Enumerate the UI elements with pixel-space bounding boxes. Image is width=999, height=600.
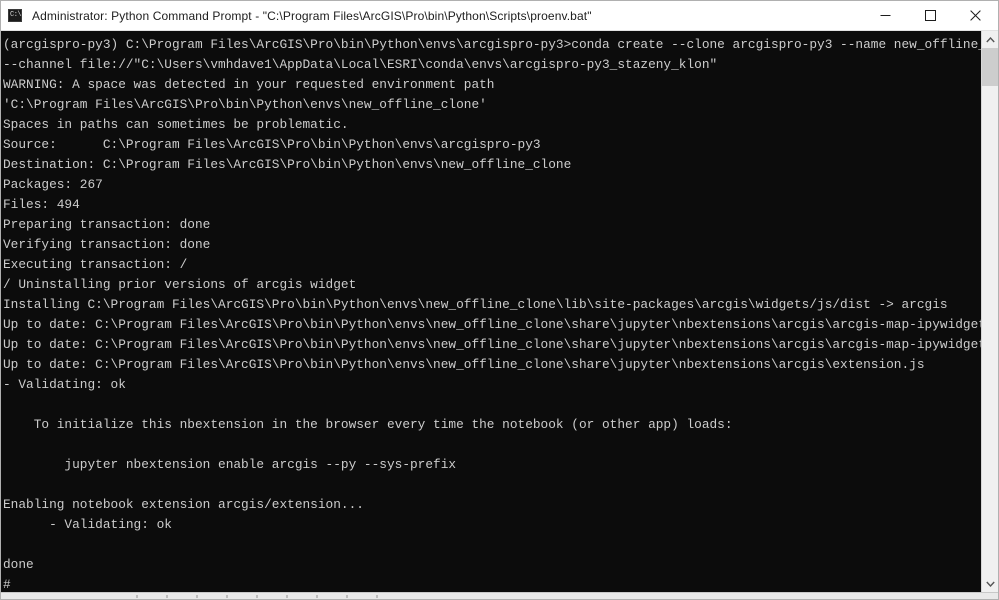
console-line: (arcgispro-py3) C:\Program Files\ArcGIS\… <box>3 37 981 52</box>
console-line: jupyter nbextension enable arcgis --py -… <box>3 457 457 472</box>
command-prompt-icon: C:\ <box>8 8 24 24</box>
command-prompt-icon-glyph: C:\ <box>10 10 22 19</box>
console-line: Files: 494 <box>3 197 80 212</box>
console-window: C:\ Administrator: Python Command Prompt… <box>0 0 999 600</box>
console-line: Up to date: C:\Program Files\ArcGIS\Pro\… <box>3 317 981 332</box>
console-line: Verifying transaction: done <box>3 237 211 252</box>
minimize-icon <box>880 15 891 16</box>
console-line: Enabling notebook extension arcgis/exten… <box>3 497 364 512</box>
console-line: Packages: 267 <box>3 177 103 192</box>
console-line: Spaces in paths can sometimes be problem… <box>3 117 349 132</box>
close-button[interactable] <box>953 1 998 30</box>
close-icon <box>970 10 981 21</box>
scrollbar-thumb[interactable] <box>982 48 998 86</box>
console-line: Source: C:\Program Files\ArcGIS\Pro\bin\… <box>3 137 541 152</box>
console-area: (arcgispro-py3) C:\Program Files\ArcGIS\… <box>1 31 998 592</box>
console-line: - Validating: ok <box>3 517 172 532</box>
taskbar-pip <box>256 595 258 598</box>
console-line: Executing transaction: / <box>3 257 188 272</box>
taskbar-pip <box>316 595 318 598</box>
title-bar[interactable]: C:\ Administrator: Python Command Prompt… <box>1 1 998 31</box>
console-line: # <box>3 577 11 592</box>
scroll-up-button[interactable] <box>982 31 998 48</box>
console-line: WARNING: A space was detected in your re… <box>3 77 495 92</box>
scrollbar-track[interactable] <box>982 48 998 575</box>
taskbar-pip <box>376 595 378 598</box>
taskbar-pip <box>346 595 348 598</box>
console-output[interactable]: (arcgispro-py3) C:\Program Files\ArcGIS\… <box>1 31 981 592</box>
taskbar-sliver <box>1 592 998 599</box>
chevron-down-icon <box>985 581 995 587</box>
console-line: --channel file://"C:\Users\vmhdave1\AppD… <box>3 57 718 72</box>
scroll-down-button[interactable] <box>982 575 998 592</box>
taskbar-pip <box>166 595 168 598</box>
taskbar-pip <box>196 595 198 598</box>
taskbar-pip <box>136 595 138 598</box>
console-line: / Uninstalling prior versions of arcgis … <box>3 277 357 292</box>
minimize-button[interactable] <box>863 1 908 30</box>
console-line: 'C:\Program Files\ArcGIS\Pro\bin\Python\… <box>3 97 487 112</box>
maximize-button[interactable] <box>908 1 953 30</box>
window-controls <box>863 1 998 30</box>
console-line: To initialize this nbextension in the br… <box>3 417 733 432</box>
console-line: done <box>3 557 34 572</box>
console-line: Up to date: C:\Program Files\ArcGIS\Pro\… <box>3 357 925 372</box>
console-line: - Validating: ok <box>3 377 126 392</box>
console-line: Preparing transaction: done <box>3 217 211 232</box>
console-line: Destination: C:\Program Files\ArcGIS\Pro… <box>3 157 572 172</box>
window-title: Administrator: Python Command Prompt - "… <box>32 8 592 23</box>
maximize-icon <box>925 10 936 21</box>
console-line: Up to date: C:\Program Files\ArcGIS\Pro\… <box>3 337 981 352</box>
taskbar-pip <box>286 595 288 598</box>
console-line: Installing C:\Program Files\ArcGIS\Pro\b… <box>3 297 948 312</box>
taskbar-pip <box>226 595 228 598</box>
chevron-up-icon <box>985 36 995 42</box>
vertical-scrollbar[interactable] <box>981 31 998 592</box>
